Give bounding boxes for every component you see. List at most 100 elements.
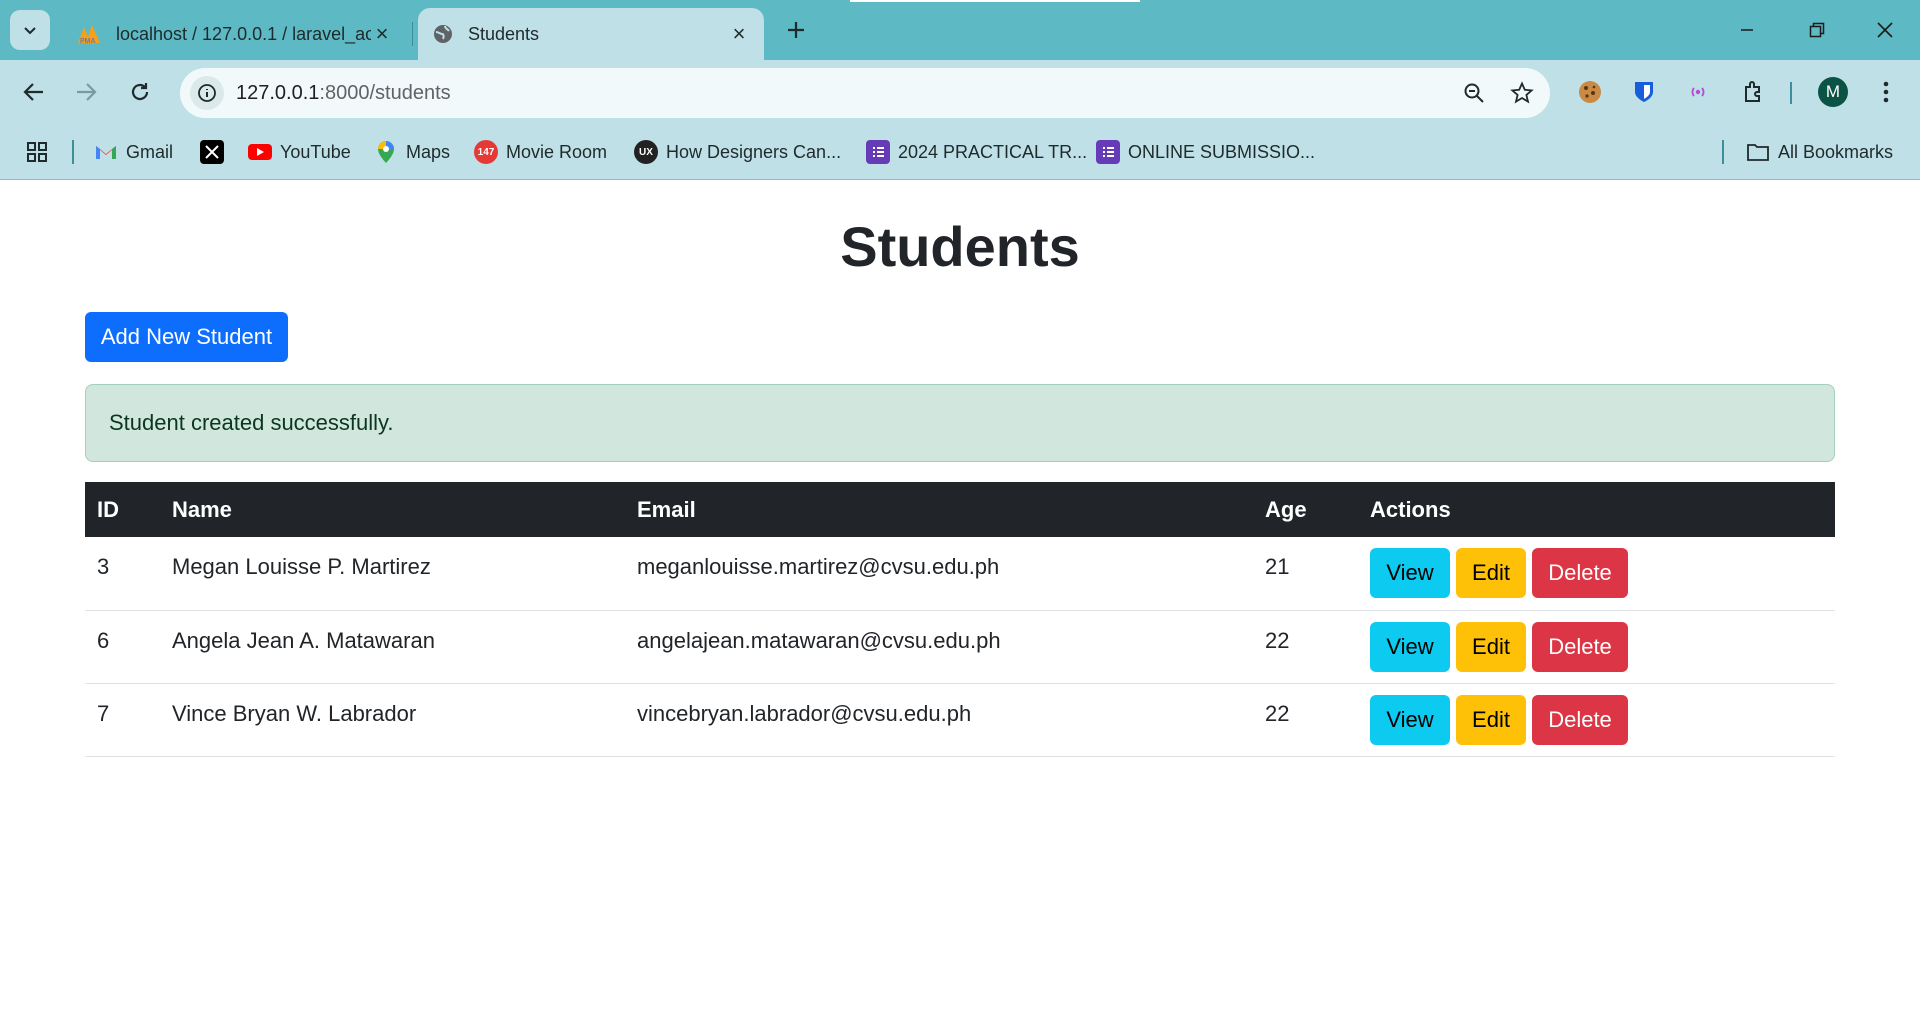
close-icon <box>1877 22 1893 38</box>
cell-email: angelajean.matawaran@cvsu.edu.ph <box>637 627 1001 653</box>
tab-search-button[interactable] <box>10 10 50 50</box>
cell-age: 21 <box>1265 554 1290 579</box>
view-button[interactable]: View <box>1370 621 1450 672</box>
bookmark-movie-room[interactable]: 147 Movie Room <box>474 138 607 166</box>
add-new-student-button[interactable]: Add New Student <box>85 312 288 362</box>
table-header-row: ID Name Email Age Actions <box>85 482 1835 537</box>
bookmark-label: 2024 PRACTICAL TR... <box>898 141 1088 162</box>
browser-toolbar: 127.0.0.1:8000/students M <box>0 60 1920 124</box>
svg-text:PMA: PMA <box>80 38 96 45</box>
edit-button[interactable]: Edit <box>1456 694 1526 745</box>
menu-kebab-icon[interactable] <box>1868 74 1904 110</box>
bookmark-label: Gmail <box>126 141 174 162</box>
students-table: ID Name Email Age Actions 3 Megan Louiss… <box>85 482 1835 757</box>
bookmarks-divider <box>72 140 74 164</box>
edit-button[interactable]: Edit <box>1456 548 1526 598</box>
cell-name: Megan Louisse P. Martirez <box>172 554 431 579</box>
address-bar[interactable]: 127.0.0.1:8000/students <box>180 68 1550 118</box>
maps-icon <box>374 140 398 164</box>
toolbar-divider <box>1790 82 1792 104</box>
view-button[interactable]: View <box>1370 548 1450 598</box>
forms-icon <box>1096 140 1120 164</box>
tab-title: localhost / 127.0.0.1 / laravel_ac <box>116 23 371 44</box>
header-email: Email <box>637 496 696 522</box>
header-name: Name <box>172 496 232 522</box>
cell-email: meganlouisse.martirez@cvsu.edu.ph <box>637 554 1000 579</box>
cell-age: 22 <box>1265 700 1290 726</box>
page-title: Students <box>840 215 1080 278</box>
new-tab-button[interactable] <box>778 12 814 48</box>
cell-name: Vince Bryan W. Labrador <box>172 700 417 726</box>
bookmark-x[interactable] <box>200 138 232 166</box>
chevron-down-icon <box>24 27 36 35</box>
tab-strip: PMA localhost / 127.0.0.1 / laravel_ac ×… <box>0 0 1920 60</box>
cell-email: vincebryan.labrador@cvsu.edu.ph <box>637 700 972 726</box>
site-info-icon[interactable] <box>190 76 224 110</box>
table-row: 7 Vince Bryan W. Labrador vincebryan.lab… <box>85 683 1835 756</box>
zoom-icon[interactable] <box>1454 73 1494 113</box>
globe-icon <box>434 25 452 43</box>
bookmark-label: ONLINE SUBMISSIO... <box>1128 141 1316 162</box>
close-tab-icon[interactable]: × <box>728 23 750 45</box>
reload-button[interactable] <box>120 72 160 112</box>
bookmark-label: Maps <box>406 141 451 162</box>
reload-icon <box>131 83 149 101</box>
delete-button[interactable]: Delete <box>1532 621 1628 672</box>
table-row: 3 Megan Louisse P. Martirez meganlouisse… <box>85 537 1835 610</box>
bookmark-star-icon[interactable] <box>1502 73 1542 113</box>
all-bookmarks-button[interactable]: All Bookmarks <box>1746 138 1893 166</box>
page-content: Students Add New Student Student created… <box>0 180 1920 1016</box>
ux-icon: UX <box>634 140 658 164</box>
loading-indicator <box>850 0 1140 2</box>
bookmark-youtube[interactable]: YouTube <box>248 138 351 166</box>
profile-avatar[interactable]: M <box>1818 77 1848 107</box>
cell-id: 6 <box>97 627 110 653</box>
bookmark-practical[interactable]: 2024 PRACTICAL TR... <box>866 138 1087 166</box>
cell-actions: View Edit Delete <box>1358 610 1835 683</box>
bookmark-label: YouTube <box>280 141 351 162</box>
bookmarks-divider <box>1722 140 1724 164</box>
edit-button[interactable]: Edit <box>1456 621 1526 672</box>
plus-icon <box>788 22 804 38</box>
tab-students[interactable]: Students × <box>418 8 764 60</box>
forward-arrow-icon <box>77 83 97 101</box>
apps-grid-button[interactable] <box>26 138 48 166</box>
youtube-icon <box>248 140 272 164</box>
cookie-extension-icon[interactable] <box>1572 74 1608 110</box>
delete-button[interactable]: Delete <box>1532 548 1628 598</box>
cell-age: 22 <box>1265 627 1290 653</box>
bookmark-gmail[interactable]: Gmail <box>94 138 173 166</box>
url-text[interactable]: 127.0.0.1:8000/students <box>236 82 1454 105</box>
minimize-icon <box>1741 29 1753 31</box>
movie-room-icon: 147 <box>474 140 498 164</box>
view-button[interactable]: View <box>1370 694 1450 745</box>
tab-divider <box>412 22 413 46</box>
bitwarden-extension-icon[interactable] <box>1626 74 1662 110</box>
bookmark-online-submission[interactable]: ONLINE SUBMISSIO... <box>1096 138 1315 166</box>
restore-button[interactable] <box>1784 0 1850 60</box>
close-window-button[interactable] <box>1852 0 1918 60</box>
cell-id: 3 <box>97 554 110 579</box>
cell-actions: View Edit Delete <box>1358 537 1835 610</box>
delete-button[interactable]: Delete <box>1532 694 1628 745</box>
close-tab-icon[interactable]: × <box>371 23 393 45</box>
restore-icon <box>1809 22 1825 38</box>
folder-icon <box>1746 140 1770 164</box>
back-button[interactable] <box>14 72 54 112</box>
cell-id: 7 <box>97 700 110 726</box>
back-arrow-icon <box>23 83 43 101</box>
forward-button[interactable] <box>66 72 106 112</box>
phpmyadmin-icon: PMA <box>78 25 100 45</box>
success-alert: Student created successfully. <box>85 384 1835 462</box>
bookmark-maps[interactable]: Maps <box>374 138 450 166</box>
x-icon <box>200 140 224 164</box>
extensions-puzzle-icon[interactable] <box>1736 74 1772 110</box>
tab-phpmyadmin[interactable]: PMA localhost / 127.0.0.1 / laravel_ac × <box>62 8 407 60</box>
all-bookmarks-label: All Bookmarks <box>1778 141 1894 162</box>
broadcast-extension-icon[interactable] <box>1680 74 1716 110</box>
gmail-icon <box>94 140 118 164</box>
bookmark-label: Movie Room <box>506 141 608 162</box>
minimize-button[interactable] <box>1714 0 1780 60</box>
forms-icon <box>866 140 890 164</box>
bookmark-how-designers[interactable]: UX How Designers Can... <box>634 138 841 166</box>
